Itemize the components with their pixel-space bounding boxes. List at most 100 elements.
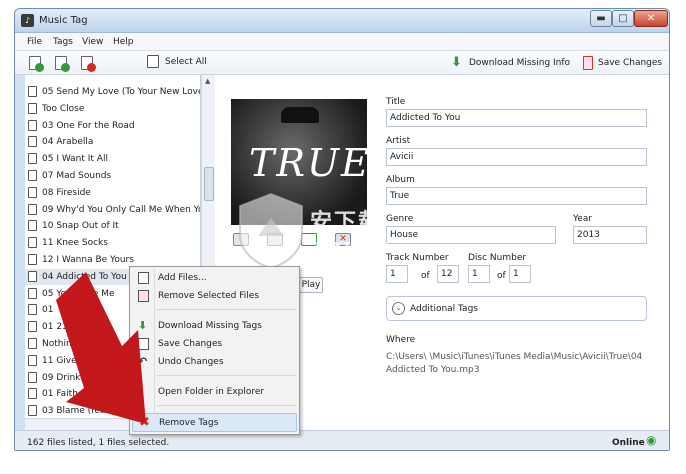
menu-item-remove-tags[interactable]: ✖ Remove Tags [132,413,297,432]
file-icon [28,354,37,366]
menu-item-label: Open Folder in Explorer [158,387,265,397]
menu-item-open-folder[interactable]: Open Folder in Explorer [132,383,297,401]
menu-view[interactable]: View [82,37,103,47]
file-name: 11 Knee Socks [42,238,108,249]
menu-item-label: Save Changes [158,339,223,349]
watermark-brand: 安下载 [310,210,383,235]
file-name: 01 Faith [42,389,78,400]
disc-number-field[interactable]: 1 [468,265,490,283]
additional-tags-button[interactable]: ⌄ Additional Tags [386,296,647,321]
file-icon [28,254,37,265]
context-menu: Add Files... Remove Selected Files ⬇ Dow… [129,266,300,435]
menu-item-label: Remove Selected Files [158,291,260,301]
download-missing-info-label: Download Missing Info [469,58,571,68]
plus-icon [35,63,44,72]
scroll-thumb[interactable] [204,167,214,201]
save-icon [138,338,149,350]
file-icon [28,136,37,148]
file-icon [28,270,37,282]
file-icon [28,388,37,400]
menu-item-label: Download Missing Tags [158,321,262,331]
scroll-up-icon[interactable]: ▲ [205,77,210,85]
menu-separator [156,375,296,376]
file-name: Nothing [42,339,78,349]
artist-field[interactable]: Avicii [386,148,647,166]
music-tag-app-icon: ♪ [21,14,34,27]
year-field[interactable]: 2013 [573,226,647,244]
file-name: 01 212 [42,322,74,333]
file-list-item[interactable]: 09 Why'd You Only Call Me When You' [25,202,201,218]
minus-icon [87,63,96,72]
file-name: 05 You Make Me [42,288,115,299]
minimize-button[interactable]: ▬ [590,10,612,27]
save-changes-label: Save Changes [598,58,663,68]
file-list-item[interactable]: 10 Snap Out of It [25,218,200,234]
title-label: Title [386,97,406,107]
file-list-item[interactable]: 05 I Want It All [25,151,200,167]
file-list-item[interactable]: 11 Knee Socks [25,235,200,251]
watermark: 安下载 anxz.com [236,192,452,274]
maximize-button[interactable]: □ [612,10,634,27]
menu-item-download-missing-tags[interactable]: ⬇ Download Missing Tags [132,317,297,335]
of-label: of [497,271,506,281]
menu-item-label: Add Files... [158,273,207,283]
close-button[interactable]: ✕ [634,10,668,27]
status-bar: 162 files listed, 1 files selected. Onli… [15,430,669,450]
album-label: Album [386,175,415,185]
watermark-shield-icon [239,192,303,270]
file-list-item[interactable]: 05 Send My Love (To Your New Lover) [25,84,200,100]
file-list-item[interactable]: 04 Arabella [25,134,200,150]
online-status: Online [612,438,645,448]
title-field[interactable]: Addicted To You [386,109,647,127]
menu-help[interactable]: Help [113,37,134,47]
file-list-item[interactable]: 03 One For the Road [25,118,200,134]
file-name: 04 Arabella [42,137,94,148]
file-name: 07 Mad Sounds [42,171,112,181]
year-label: Year [573,214,593,224]
menu-item-undo-changes[interactable]: ↶ Undo Changes [132,353,297,371]
menu-item-add-files[interactable]: Add Files... [132,269,297,287]
menu-item-save-changes[interactable]: Save Changes [132,335,297,353]
file-name: 10 Snap Out of It [42,221,119,232]
chevron-down-icon: ⌄ [392,302,405,315]
file-list-item[interactable]: Too Close [25,101,200,117]
where-label: Where [386,335,416,345]
menu-separator [156,309,296,310]
select-all-icon [147,55,159,68]
add-files-button[interactable] [55,56,70,72]
file-name: 01 [42,305,54,316]
menu-tags[interactable]: Tags [53,37,73,47]
file-list-item[interactable]: 07 Mad Sounds [25,168,200,184]
file-icon [28,338,37,349]
disc-number-label: Disc Number [468,253,527,263]
file-icon [28,86,37,97]
title-bar: ♪ Music Tag ▬ □ ✕ [15,9,669,33]
menu-item-remove-selected-files[interactable]: Remove Selected Files [132,287,297,305]
file-name: 08 Fireside [42,187,91,198]
menu-item-label: Remove Tags [159,418,219,428]
menu-bar: File Tags View Help [15,33,669,51]
remove-files-button[interactable] [81,56,96,72]
file-icon [28,170,37,181]
add-file-icon [138,272,149,284]
online-icon: ◉ [646,433,657,447]
file-icon [28,371,37,383]
file-name: 03 Blame (feat. John [42,406,135,417]
menu-separator [156,405,296,406]
file-icon [28,119,37,131]
play-button[interactable]: Play [299,277,323,293]
file-name: 05 I Want It All [42,154,108,165]
select-all-button[interactable]: Select All [165,57,207,67]
file-name: 03 One For the Road [42,120,135,131]
plus-icon [61,63,70,72]
cover-hat-shape [281,107,319,123]
file-list-item[interactable]: 08 Fireside [25,185,200,201]
add-folder-button[interactable] [29,56,44,72]
file-icon [28,153,37,165]
file-name: 09 Why'd You Only Call Me When You' [42,204,201,215]
menu-file[interactable]: File [27,37,42,47]
download-icon: ⬇ [451,55,462,70]
disc-total-field[interactable]: 1 [509,265,531,283]
file-name: 12 I Wanna Be Yours [42,255,134,265]
additional-tags-label: Additional Tags [410,304,478,314]
